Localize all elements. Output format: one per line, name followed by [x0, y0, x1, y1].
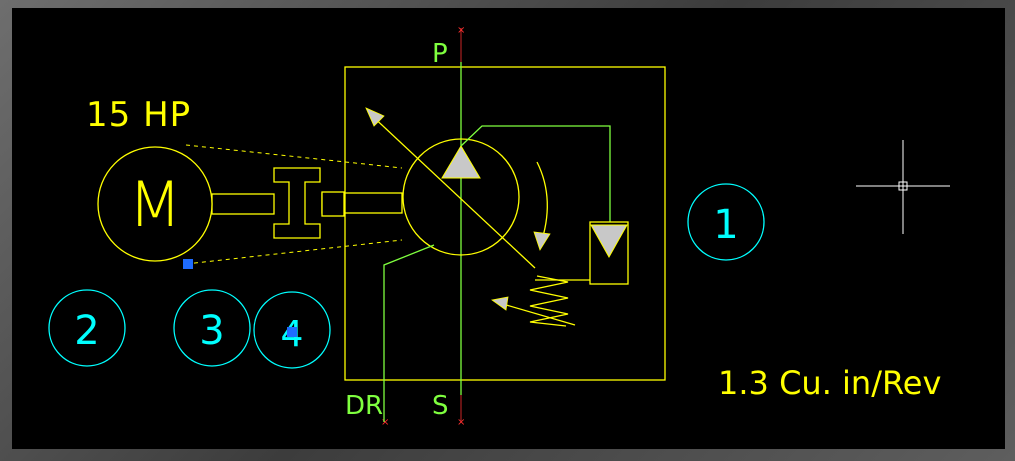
hydraulic-schematic: × × × M 15 HP P S DR 1.3 Cu. in/Rev 1 2 …	[48, 25, 950, 428]
motor-symbol: M	[128, 168, 182, 241]
port-suction-label: S	[432, 391, 449, 421]
balloon-1-label: 1	[713, 202, 738, 248]
pump-direction-triangle	[441, 145, 481, 179]
port-pressure-label: P	[432, 39, 448, 69]
displacement-label: 1.3 Cu. in/Rev	[718, 364, 941, 402]
drain-line[interactable]	[383, 244, 435, 422]
spring-adjust-arrowhead	[491, 296, 509, 311]
shaft-coupling[interactable]	[273, 167, 321, 239]
compensator-pilot-line	[460, 125, 611, 222]
balloon-2-label: 2	[74, 308, 99, 354]
variable-arrowhead	[365, 107, 385, 127]
adjustable-spring	[529, 275, 569, 327]
crosshair-cursor-icon	[856, 140, 950, 234]
endpoint-marker-bottom: ×	[457, 417, 465, 428]
variable-displacement-arrow	[367, 111, 536, 269]
balloon-3-label: 3	[199, 308, 224, 354]
endpoint-marker-top: ×	[457, 25, 465, 36]
port-drain-label: DR	[345, 391, 383, 421]
selection-grip-icon[interactable]	[287, 327, 297, 337]
motor-power-label: 15 HP	[86, 95, 191, 135]
guard-line-bottom	[185, 239, 403, 265]
compensator-triangle	[590, 224, 628, 259]
selection-grip-icon[interactable]	[183, 259, 193, 269]
coupling-hub-right	[321, 191, 345, 217]
rotation-arrowhead	[533, 231, 551, 251]
pump-envelope-box[interactable]	[344, 66, 666, 381]
guard-line-top	[185, 144, 403, 169]
motor-shaft	[211, 193, 275, 215]
